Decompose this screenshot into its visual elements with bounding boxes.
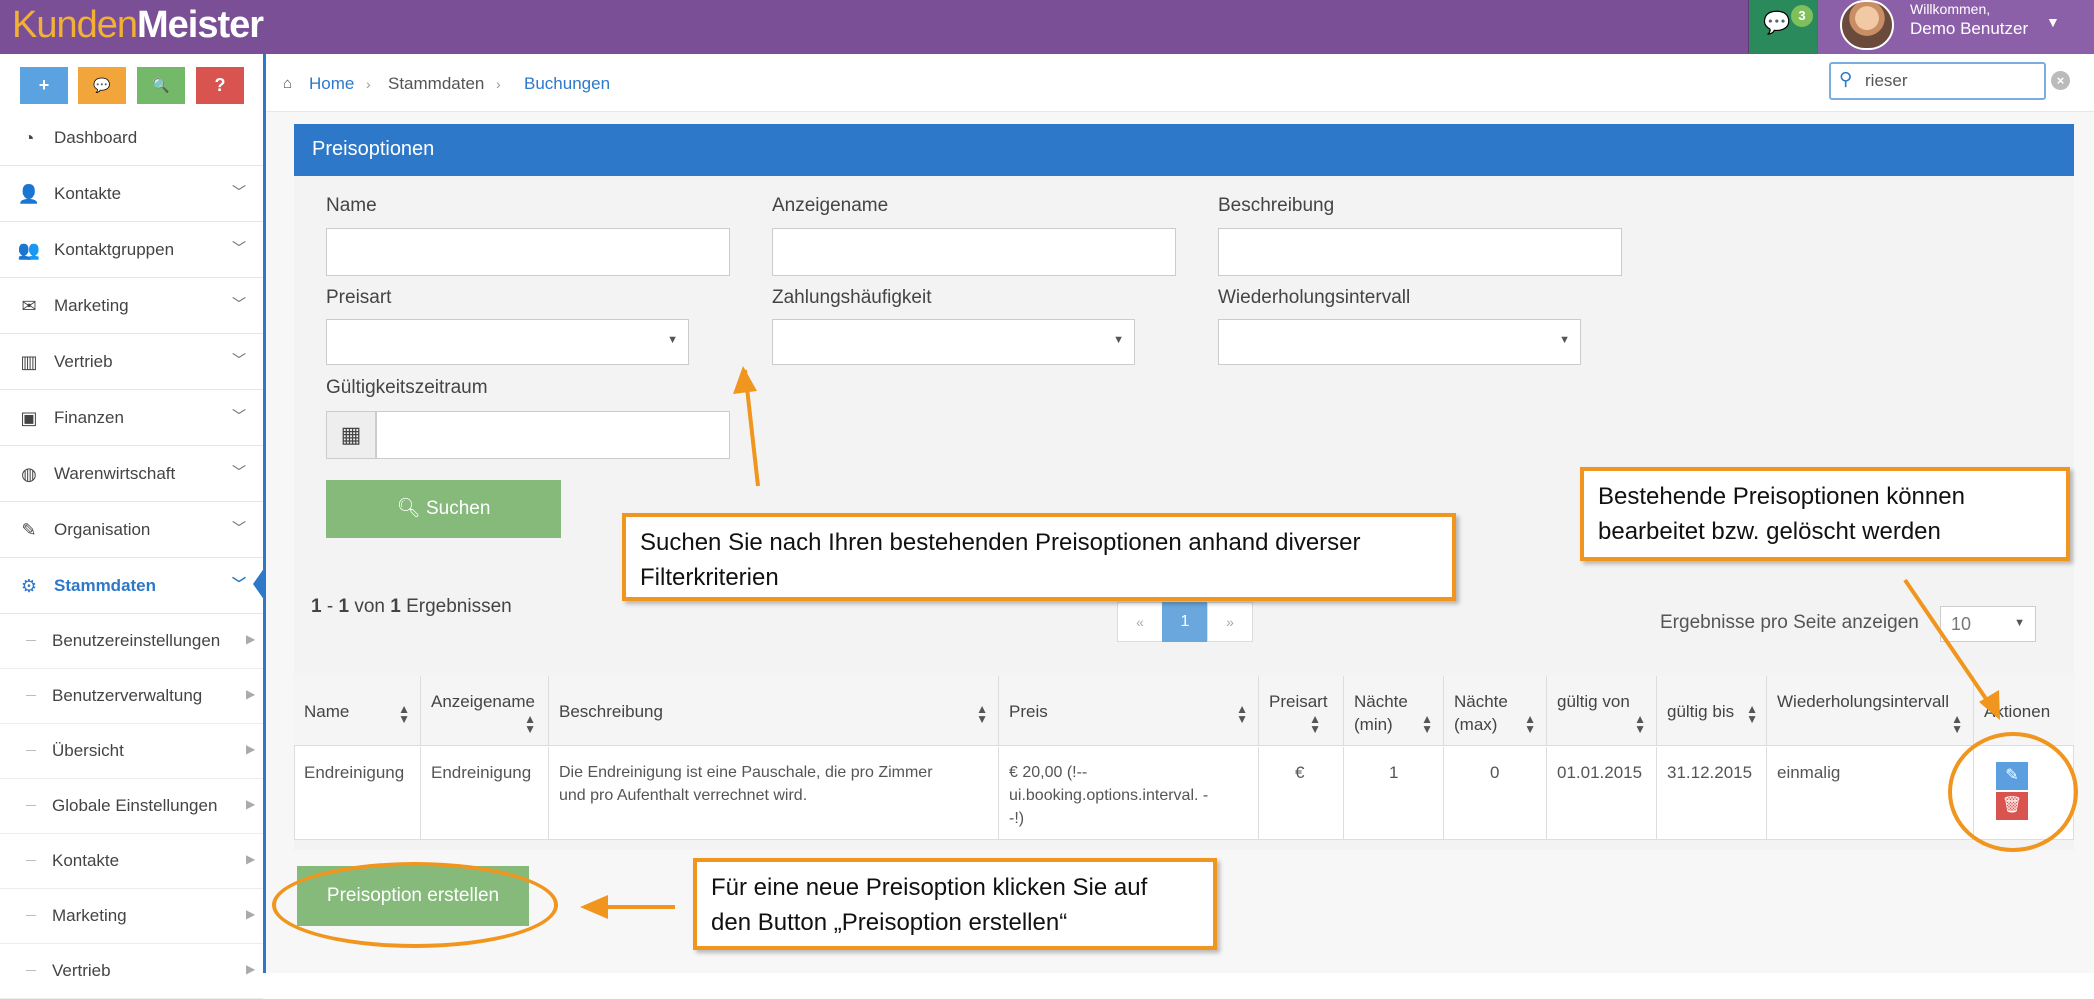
callout-create: Für eine neue Preisoption klicken Sie au…	[693, 858, 1217, 950]
callout-search: Suchen Sie nach Ihren bestehenden Preiso…	[622, 513, 1456, 601]
callout-edit: Bestehende Preisoptionen können bearbeit…	[1580, 467, 2070, 561]
arrowhead	[580, 895, 608, 919]
arrow-to-actions	[1903, 578, 1997, 714]
arrowhead	[733, 366, 757, 394]
